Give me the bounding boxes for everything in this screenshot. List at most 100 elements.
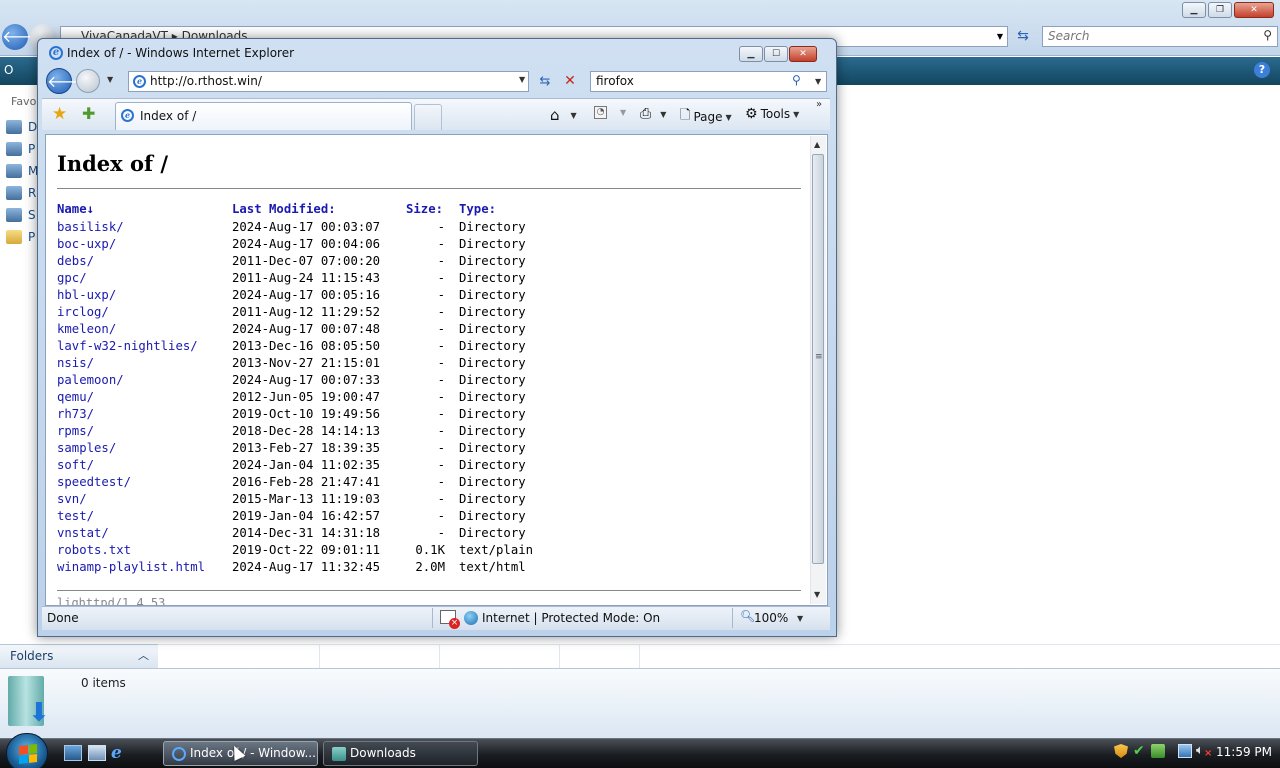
entry-modified: 2024-Jan-04 11:02:35 — [232, 457, 381, 472]
scroll-down-icon[interactable]: ▼ — [814, 590, 820, 599]
nav-item[interactable]: P — [6, 230, 35, 244]
folders-toggle[interactable]: Folders — [0, 644, 158, 668]
nav-item[interactable]: M — [6, 164, 38, 178]
favorites-center-icon[interactable]: ★ — [52, 104, 67, 124]
popup-blocked-icon[interactable] — [440, 610, 460, 629]
checkmark-icon[interactable]: ✔ — [1133, 744, 1147, 758]
nav-item[interactable]: D — [6, 120, 37, 134]
help-icon[interactable]: ? — [1254, 62, 1270, 78]
entry-type: Directory — [459, 338, 526, 353]
chevron-down-icon[interactable]: ▼ — [992, 26, 1008, 47]
nav-item[interactable]: S — [6, 208, 36, 222]
entry-link[interactable]: robots.txt — [57, 543, 131, 557]
minimize-button[interactable]: ▁ — [739, 46, 763, 62]
ie-quicklaunch-icon[interactable]: e — [111, 745, 129, 762]
tools-menu-button[interactable]: ⚙ Tools ▼ — [745, 106, 799, 122]
table-row: robots.txt 2019-Oct-22 09:01:11 0.1K text/p… — [57, 541, 569, 558]
chevron-down-icon[interactable]: ▼ — [620, 108, 626, 117]
search-icon[interactable]: ⚲ — [1263, 28, 1272, 42]
scroll-up-icon[interactable]: ▲ — [814, 140, 820, 149]
entry-link[interactable]: vnstat/ — [57, 526, 109, 540]
entry-link[interactable]: irclog/ — [57, 305, 109, 319]
feeds-button[interactable]: ◔ ▼ — [594, 106, 626, 119]
zoom-level[interactable]: 100% — [754, 611, 788, 625]
search-icon[interactable]: ⚲ — [792, 73, 801, 87]
sort-by-type-link[interactable]: Type: — [459, 202, 496, 216]
entry-link[interactable]: rpms/ — [57, 424, 94, 438]
toolbar-overflow-icon[interactable]: » — [816, 99, 822, 110]
taskbar-downloads-button[interactable]: Downloads — [323, 741, 478, 766]
entry-link[interactable]: debs/ — [57, 254, 94, 268]
home-button[interactable]: ⌂ ▼ — [550, 106, 577, 124]
entry-link[interactable]: lavf-w32-nightlies/ — [57, 339, 198, 353]
address-bar[interactable]: http://o.rthost.win/ — [128, 71, 529, 92]
chevron-down-icon[interactable]: ▼ — [571, 111, 577, 120]
organize-button[interactable]: O — [4, 63, 34, 79]
address-dropdown[interactable]: ▼ — [519, 75, 525, 84]
entry-link[interactable]: rh73/ — [57, 407, 94, 421]
entry-link[interactable]: hbl-uxp/ — [57, 288, 116, 302]
entry-link[interactable]: nsis/ — [57, 356, 94, 370]
entry-modified: 2019-Jan-04 16:42:57 — [232, 508, 381, 523]
entry-link[interactable]: qemu/ — [57, 390, 94, 404]
network-icon[interactable] — [1178, 744, 1192, 758]
entry-size: - — [437, 253, 445, 268]
sort-by-modified-link[interactable]: Last Modified: — [232, 202, 336, 216]
sort-by-name-link[interactable]: Name↓ — [57, 202, 94, 216]
explorer-back-button[interactable]: 🡐 — [2, 24, 45, 50]
entry-link[interactable]: basilisk/ — [57, 220, 124, 234]
entry-link[interactable]: boc-uxp/ — [57, 237, 116, 251]
close-button[interactable]: ✕ — [789, 46, 817, 62]
zoom-icon[interactable]: 🔍︎ — [740, 609, 755, 623]
explorer-search-input[interactable]: Search — [1042, 26, 1278, 47]
nav-item[interactable]: R — [6, 186, 36, 200]
recent-pages-dropdown[interactable]: ▼ — [107, 75, 113, 84]
sync-icon[interactable] — [1151, 744, 1165, 758]
start-button[interactable] — [6, 733, 48, 768]
forward-button[interactable] — [76, 69, 100, 93]
column-divider[interactable] — [439, 644, 440, 668]
entry-link[interactable]: kmeleon/ — [57, 322, 116, 336]
switch-windows-icon[interactable] — [88, 745, 106, 761]
security-zone[interactable]: Internet | Protected Mode: On — [482, 611, 660, 625]
search-options-dropdown[interactable]: ▼ — [815, 77, 821, 86]
page-menu-button[interactable]: 🗋 Page ▼ — [680, 106, 732, 128]
refresh-button[interactable]: ⇆ — [534, 71, 556, 92]
clock[interactable]: 11:59 PM — [1216, 745, 1272, 759]
entry-link[interactable]: svn/ — [57, 492, 87, 506]
entry-link[interactable]: palemoon/ — [57, 373, 124, 387]
column-divider[interactable] — [639, 644, 640, 668]
entry-link[interactable]: test/ — [57, 509, 94, 523]
chevron-down-icon[interactable]: ▼ — [660, 110, 666, 119]
print-button[interactable]: ⎙ ▼ — [640, 106, 666, 122]
table-row: palemoon/2024-Aug-17 00:07:33 - Directory — [57, 371, 569, 388]
table-row: kmeleon/2024-Aug-17 00:07:48 - Directory — [57, 320, 569, 337]
zoom-dropdown[interactable]: ▼ — [797, 614, 803, 623]
nav-item[interactable]: P — [6, 142, 35, 156]
maximize-button[interactable]: ☐ — [764, 46, 788, 62]
explorer-close-button[interactable]: ✕ — [1234, 2, 1274, 18]
sort-by-size-link[interactable]: Size: — [406, 202, 443, 216]
entry-link[interactable]: winamp-playlist.html — [57, 560, 205, 574]
add-favorite-icon[interactable]: ✚ — [82, 104, 95, 123]
volume-muted-icon[interactable]: 🔈︎ — [1196, 744, 1212, 762]
refresh-icon[interactable]: ⇆ — [1012, 26, 1034, 47]
entry-link[interactable]: samples/ — [57, 441, 116, 455]
entry-link[interactable]: gpc/ — [57, 271, 87, 285]
entry-link[interactable]: speedtest/ — [57, 475, 131, 489]
listing-header-row: Name↓ Last Modified: Size: Type: — [57, 199, 569, 218]
explorer-minimize-button[interactable]: ▁ — [1182, 2, 1206, 18]
entry-link[interactable]: soft/ — [57, 458, 94, 472]
back-button[interactable]: 🡐 — [46, 68, 90, 94]
entry-type: Directory — [459, 525, 526, 540]
column-divider[interactable] — [319, 644, 320, 668]
explorer-maximize-button[interactable]: ❐ — [1208, 2, 1232, 18]
stop-button[interactable]: ✕ — [559, 71, 581, 92]
entry-type: Directory — [459, 508, 526, 523]
chevron-up-icon[interactable]: ︿ — [138, 647, 149, 663]
new-tab-button[interactable] — [414, 104, 442, 130]
column-divider[interactable] — [559, 644, 560, 668]
entry-size: 2.0M — [415, 559, 445, 574]
show-desktop-icon[interactable] — [64, 745, 82, 761]
tab-index[interactable]: Index of / — [115, 102, 412, 130]
